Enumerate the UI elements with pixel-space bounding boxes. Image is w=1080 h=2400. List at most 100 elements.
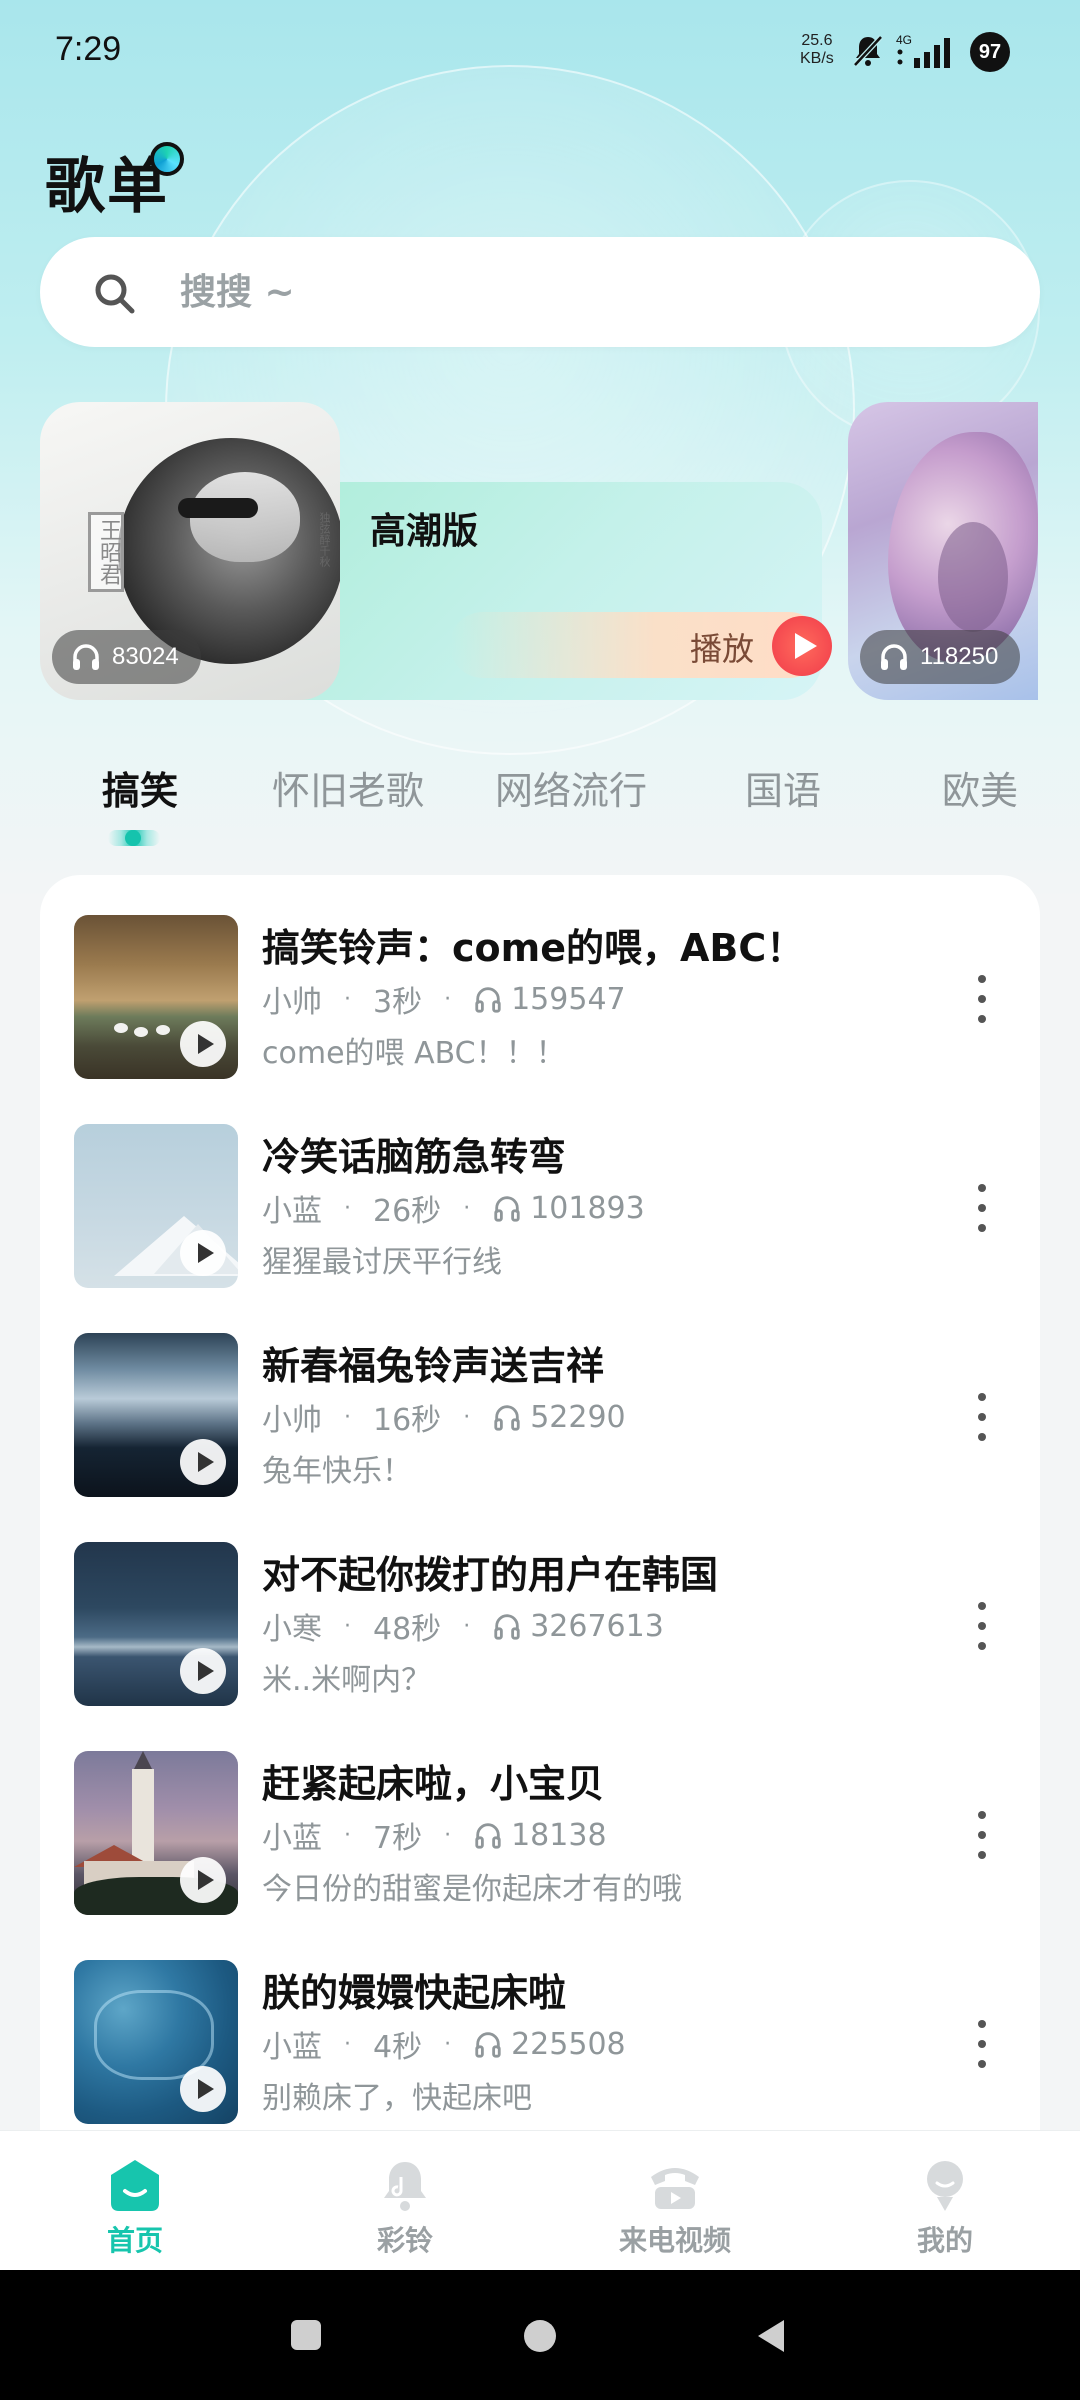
more-options-icon[interactable] xyxy=(970,2016,994,2072)
song-thumbnail[interactable] xyxy=(74,915,238,1079)
play-pill[interactable]: 播放 xyxy=(450,612,832,678)
meta-separator: · xyxy=(344,1822,351,1848)
meta-separator: · xyxy=(344,1195,351,1221)
cover-portrait-glasses xyxy=(178,498,258,518)
song-thumbnail[interactable] xyxy=(74,1124,238,1288)
song-thumbnail[interactable] xyxy=(74,1751,238,1915)
song-duration: 16秒 xyxy=(373,1403,442,1438)
search-input[interactable] xyxy=(180,262,980,322)
home-icon xyxy=(111,2160,159,2211)
cover-art-shape xyxy=(938,522,1008,632)
meta-separator: · xyxy=(463,1195,471,1221)
song-list: 搞笑铃声：come的喂，ABC！ 小帅 · 3秒 · 159547 come的喂… xyxy=(40,875,1040,2130)
search-bar[interactable] xyxy=(40,237,1040,347)
song-list-item[interactable]: 对不起你拨打的用户在韩国 小寒 · 48秒 · 3267613 米..米啊内？ xyxy=(40,1502,1040,1706)
active-tab-indicator xyxy=(108,830,160,846)
nav-call-video[interactable]: 来电视频 xyxy=(575,2131,775,2271)
song-title: 搞笑铃声：come的喂，ABC！ xyxy=(262,926,805,970)
meta-separator: · xyxy=(344,2031,351,2057)
song-meta: 小寒 · 48秒 · 3267613 xyxy=(262,1604,664,1648)
page-title: 歌单 xyxy=(45,152,169,222)
play-count-badge: 83024 xyxy=(52,630,201,684)
song-duration: 26秒 xyxy=(373,1194,442,1229)
song-list-item[interactable]: 冷笑话脑筋急转弯 小蓝 · 26秒 · 101893 猩猩最讨厌平行线 xyxy=(40,1084,1040,1288)
play-icon[interactable] xyxy=(180,1021,226,1067)
song-list-item[interactable]: 赶紧起床啦，小宝贝 小蓝 · 7秒 · 18138 今日份的甜蜜是你起床才有的哦 xyxy=(40,1711,1040,1915)
meta-separator: · xyxy=(344,1404,351,1430)
song-author: 小蓝 xyxy=(262,1194,322,1229)
song-list-item[interactable]: 新春福兔铃声送吉祥 小帅 · 16秒 · 52290 兔年快乐！ xyxy=(40,1293,1040,1497)
song-thumbnail[interactable] xyxy=(74,1333,238,1497)
song-list-item[interactable]: 朕的嬛嬛快起床啦 小蓝 · 4秒 · 225508 别赖床了，快起床吧 xyxy=(40,1920,1040,2124)
more-options-icon[interactable] xyxy=(970,1807,994,1863)
headphones-icon xyxy=(494,1405,520,1431)
song-title: 冷笑话脑筋急转弯 xyxy=(262,1135,567,1179)
meta-separator: · xyxy=(444,2031,452,2057)
featured-playlist-card[interactable]: 王昭君 独弦醉千秋 83024 高潮版 播放 xyxy=(40,402,832,700)
cover-side-text: 独弦醉千秋 xyxy=(318,512,331,567)
play-icon[interactable] xyxy=(180,1439,226,1485)
song-description: 兔年快乐！ xyxy=(262,1454,412,1489)
cellular-signal-icon: 4G xyxy=(896,33,950,68)
play-button[interactable] xyxy=(772,616,832,676)
song-author: 小帅 xyxy=(262,985,322,1020)
song-thumbnail[interactable] xyxy=(74,1960,238,2124)
nav-ringtone[interactable]: 彩铃 xyxy=(305,2131,505,2271)
song-play-count: 101893 xyxy=(530,1190,645,1226)
play-count-badge: 118250 xyxy=(860,630,1021,684)
system-navigation-bar xyxy=(0,2270,1080,2400)
song-list-item[interactable]: 搞笑铃声：come的喂，ABC！ 小帅 · 3秒 · 159547 come的喂… xyxy=(40,875,1040,1079)
play-icon[interactable] xyxy=(180,1230,226,1276)
play-icon[interactable] xyxy=(180,1648,226,1694)
meta-separator: · xyxy=(444,1822,452,1848)
headphones-icon xyxy=(475,1823,501,1849)
featured-title: 高潮版 xyxy=(370,511,479,552)
svg-text:4G: 4G xyxy=(896,33,912,47)
song-title: 朕的嬛嬛快起床啦 xyxy=(262,1971,567,2015)
home-button[interactable] xyxy=(524,2320,556,2352)
tab-western[interactable]: 欧美 xyxy=(942,760,1018,815)
tab-oldies[interactable]: 怀旧老歌 xyxy=(272,760,424,815)
song-description: 别赖床了，快起床吧 xyxy=(262,2081,532,2116)
headphones-icon xyxy=(881,644,907,670)
nav-profile[interactable]: 我的 xyxy=(845,2131,1045,2271)
more-options-icon[interactable] xyxy=(970,1598,994,1654)
song-duration: 3秒 xyxy=(373,985,423,1020)
bottom-navigation: 首页 彩铃 来电视频 我的 xyxy=(0,2130,1080,2270)
song-author: 小蓝 xyxy=(262,2030,322,2065)
tab-funny[interactable]: 搞笑 xyxy=(102,760,178,815)
more-options-icon[interactable] xyxy=(970,1180,994,1236)
nav-label: 首页 xyxy=(106,2224,163,2257)
featured-cover-image[interactable]: 王昭君 独弦醉千秋 83024 xyxy=(40,402,340,700)
title-decoration-dot xyxy=(150,142,184,176)
song-thumbnail[interactable] xyxy=(74,1542,238,1706)
featured-playlist-card[interactable]: 118250 xyxy=(848,402,1038,700)
play-icon[interactable] xyxy=(180,1857,226,1903)
thumbnail-detail xyxy=(114,1023,128,1033)
nav-label: 彩铃 xyxy=(376,2224,433,2257)
song-meta: 小帅 · 3秒 · 159547 xyxy=(262,977,626,1021)
more-options-icon[interactable] xyxy=(970,971,994,1027)
tab-mandarin[interactable]: 国语 xyxy=(745,760,821,815)
headphones-icon xyxy=(475,987,501,1013)
back-button[interactable] xyxy=(758,2320,784,2352)
headphones-icon xyxy=(73,644,99,670)
play-label: 播放 xyxy=(690,630,755,668)
meta-separator: · xyxy=(344,986,351,1012)
meta-separator: · xyxy=(463,1613,471,1639)
play-icon[interactable] xyxy=(180,2066,226,2112)
song-author: 小帅 xyxy=(262,1403,322,1438)
nav-home[interactable]: 首页 xyxy=(35,2131,235,2271)
meta-separator: · xyxy=(463,1404,471,1430)
bell-muted-icon xyxy=(853,35,883,67)
headphones-icon xyxy=(494,1614,520,1640)
song-duration: 4秒 xyxy=(373,2030,423,2065)
song-title: 对不起你拨打的用户在韩国 xyxy=(262,1553,719,1597)
recent-apps-button[interactable] xyxy=(291,2320,321,2350)
more-options-icon[interactable] xyxy=(970,1389,994,1445)
meta-separator: · xyxy=(444,986,452,1012)
tab-internet-pop[interactable]: 网络流行 xyxy=(495,760,647,815)
thumbnail-detail xyxy=(134,1027,148,1037)
nav-label: 我的 xyxy=(916,2224,973,2257)
song-play-count: 18138 xyxy=(511,1817,607,1853)
